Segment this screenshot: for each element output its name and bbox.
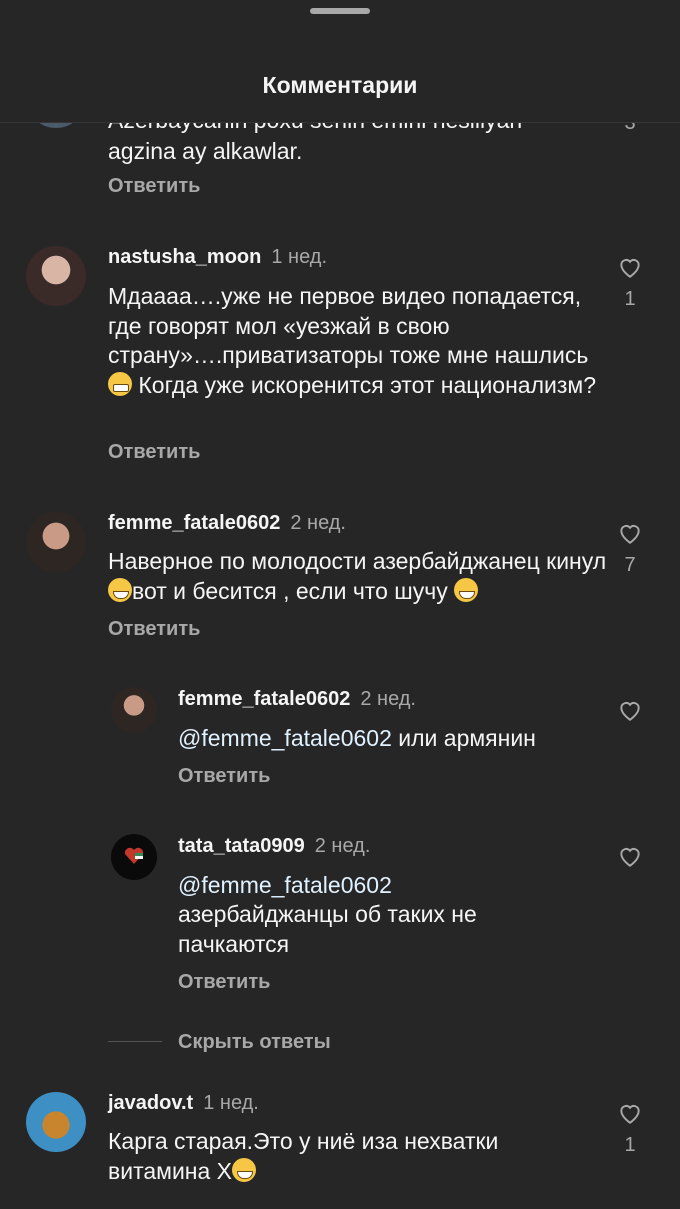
comment-username[interactable]: tata_tata0909 2 нед.: [178, 835, 370, 858]
laughing-emoji-icon: [454, 577, 479, 602]
heart-icon[interactable]: [616, 520, 644, 546]
reply-button[interactable]: Ответить: [178, 765, 270, 788]
comment-time: 2 нед.: [290, 512, 346, 534]
comment-username[interactable]: javadov.t 1 нед.: [108, 1092, 259, 1115]
avatar[interactable]: [26, 246, 86, 306]
heart-icon[interactable]: [616, 254, 644, 280]
mention-link[interactable]: @femme_fatale0602: [178, 872, 392, 898]
grimace-emoji-icon: [108, 371, 132, 396]
laughing-emoji-icon: [232, 1157, 257, 1182]
hide-replies-divider: [108, 1041, 162, 1042]
page-title: Комментарии: [262, 72, 418, 98]
comment-text: Наверное по молодости азербайджанец кину…: [108, 548, 607, 604]
comment-text: Карга старая.Это у ниё иза нехватки вита…: [108, 1128, 499, 1184]
laughing-emoji-icon: [108, 577, 132, 602]
like-count: 1: [624, 1134, 636, 1156]
avatar[interactable]: [26, 1092, 86, 1152]
comments-header: Комментарии: [0, 0, 680, 123]
comment-text: Мдаааа….уже не первое видео попадается, …: [108, 283, 597, 398]
comment-text: agzina ay alkawlar.: [108, 138, 303, 164]
heart-icon[interactable]: [616, 1100, 644, 1126]
reply-button[interactable]: Ответить: [108, 441, 200, 464]
comment-username[interactable]: nastusha_moon 1 нед.: [108, 246, 327, 269]
heart-icon[interactable]: [616, 843, 644, 869]
comment-time: 1 нед.: [203, 1092, 259, 1114]
avatar[interactable]: [26, 512, 86, 572]
mention-link[interactable]: @femme_fatale0602: [178, 725, 392, 751]
comment-text: @femme_fatale0602 или армянин: [178, 725, 536, 751]
avatar[interactable]: [111, 834, 157, 880]
avatar[interactable]: [111, 687, 157, 733]
reply-button[interactable]: Ответить: [108, 175, 200, 198]
reply-button[interactable]: Ответить: [108, 618, 200, 641]
drag-handle[interactable]: [310, 8, 370, 14]
comment-time: 2 нед.: [360, 688, 416, 710]
comment-username[interactable]: femme_fatale0602 2 нед.: [178, 688, 416, 711]
like-count: 7: [624, 554, 636, 576]
like-count: 1: [624, 288, 636, 310]
reply-button[interactable]: Ответить: [178, 971, 270, 994]
comment-username[interactable]: femme_fatale0602 2 нед.: [108, 512, 346, 535]
comment-text: азербайджанцы об таких не пачкаются: [178, 901, 477, 957]
comment-mention-line: @femme_fatale0602: [178, 871, 392, 901]
flag-heart-icon: [124, 847, 144, 864]
heart-icon[interactable]: [616, 697, 644, 723]
comment-time: 2 нед.: [314, 835, 371, 857]
hide-replies-button[interactable]: Скрыть ответы: [178, 1031, 331, 1054]
comment-time: 1 нед.: [271, 246, 327, 268]
